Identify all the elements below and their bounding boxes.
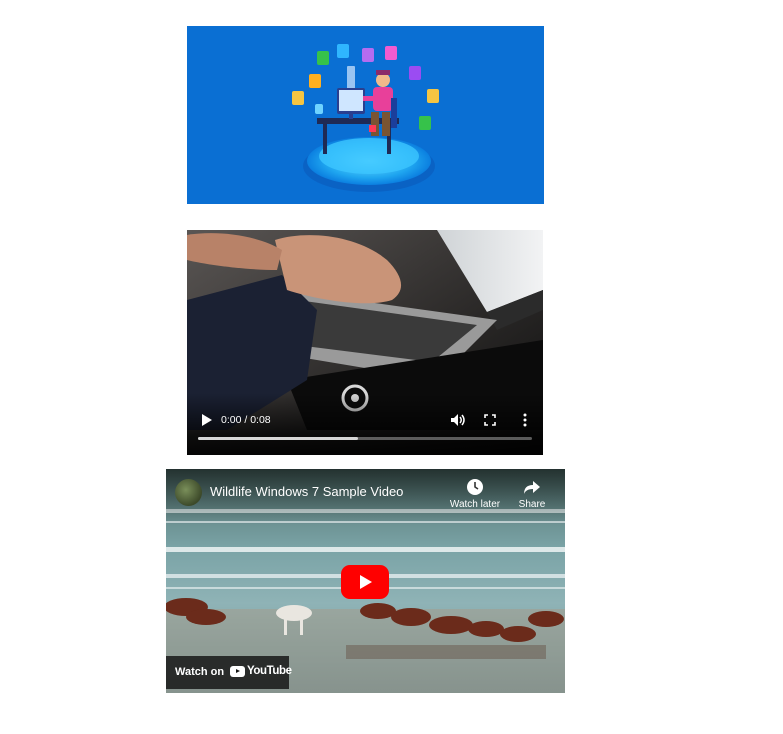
share-label: Share — [518, 499, 546, 510]
video-player[interactable]: 0:00 / 0:08 — [187, 230, 543, 455]
watch-later-button[interactable]: Watch later — [445, 477, 505, 510]
watch-on-label: Watch on — [175, 666, 225, 678]
developer-illustration-image — [187, 26, 544, 204]
video-progress-track[interactable] — [198, 437, 532, 440]
share-arrow-icon — [524, 481, 540, 494]
youtube-play-icon[interactable] — [341, 565, 389, 599]
share-button[interactable]: Share — [502, 477, 562, 510]
more-vert-icon[interactable] — [522, 412, 528, 428]
play-icon[interactable] — [199, 413, 213, 427]
youtube-logo-icon — [230, 665, 245, 677]
watch-later-label: Watch later — [449, 499, 501, 510]
youtube-logo: YouTube — [230, 665, 292, 677]
youtube-video-title[interactable]: Wildlife Windows 7 Sample Video — [210, 484, 403, 499]
fullscreen-icon[interactable] — [484, 414, 496, 426]
youtube-embed[interactable]: Wildlife Windows 7 Sample Video Watch la… — [166, 469, 565, 693]
volume-icon[interactable] — [450, 413, 466, 427]
channel-avatar[interactable] — [175, 479, 202, 506]
video-time-display: 0:00 / 0:08 — [221, 414, 271, 426]
video-buffered-bar — [198, 437, 359, 440]
youtube-wordmark: YouTube — [247, 665, 292, 677]
clock-icon — [467, 479, 483, 495]
watch-on-youtube-button[interactable]: Watch on YouTube — [166, 656, 292, 689]
